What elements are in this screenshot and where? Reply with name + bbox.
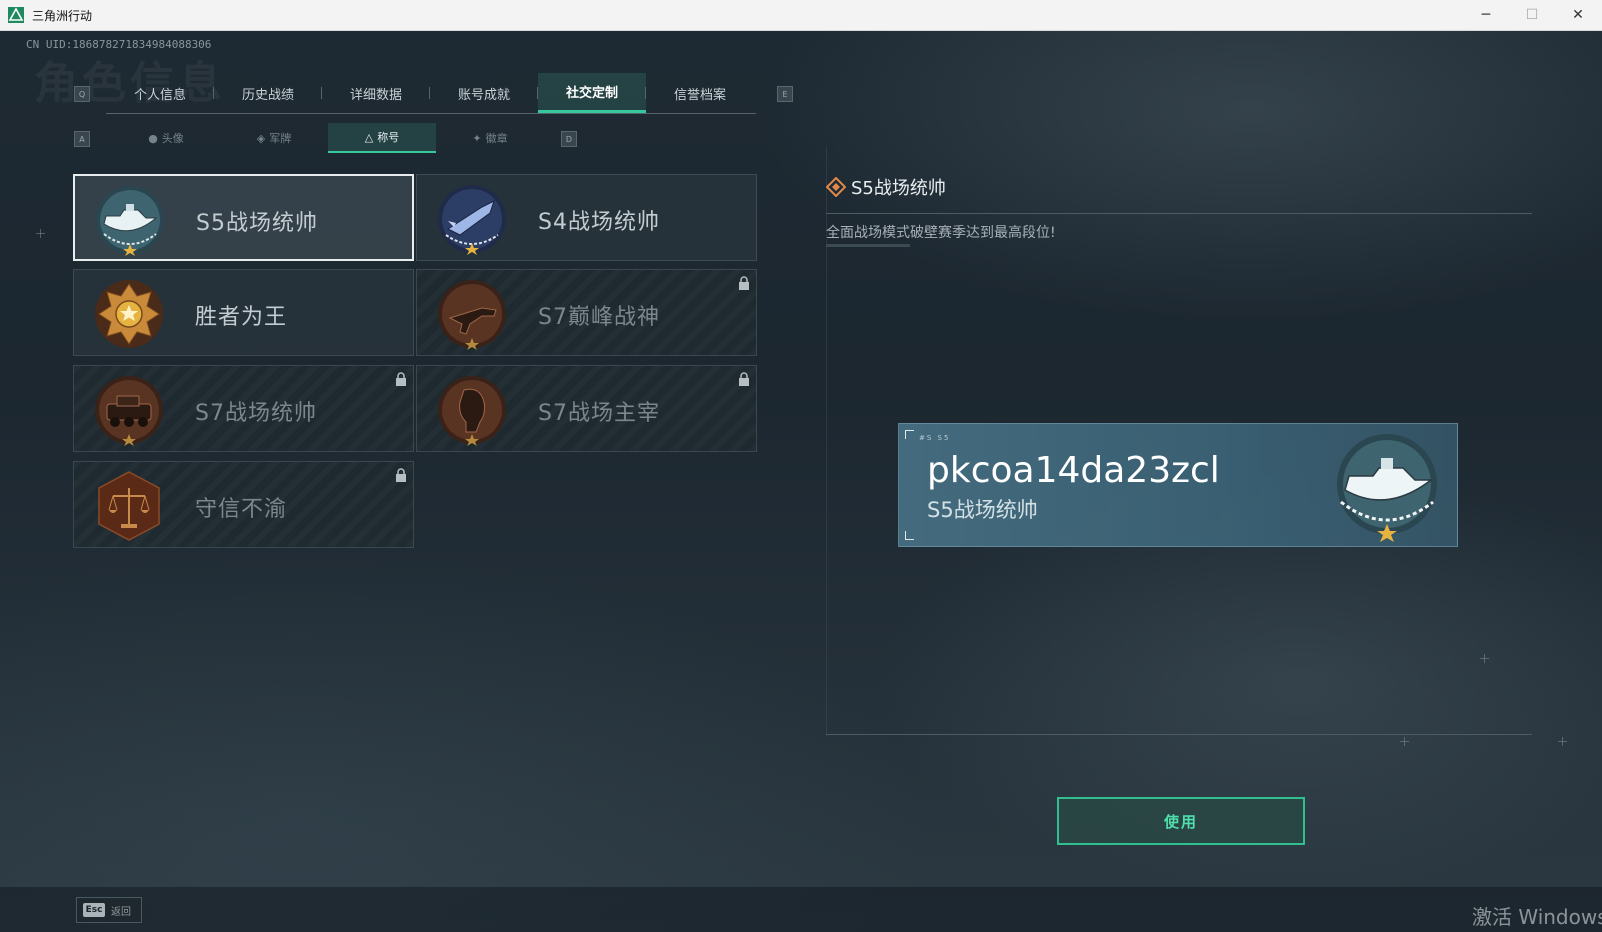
- minimize-button[interactable]: ─: [1464, 0, 1508, 30]
- triangle-icon: △: [364, 130, 374, 144]
- decor-cross: [36, 229, 45, 238]
- tab-personal-info[interactable]: 个人信息: [106, 73, 214, 113]
- decor-cross: [1480, 654, 1489, 663]
- nameplate-player-name: pkcoa14da23zcl: [927, 450, 1220, 491]
- player-uid: CN UID:18687827183498408830​6: [26, 38, 212, 51]
- boat-badge-icon: [96, 186, 164, 256]
- tab-social-custom[interactable]: 社交定制: [538, 73, 646, 113]
- subtab-prev-key-hint[interactable]: A: [74, 131, 90, 147]
- gun-badge-icon: [438, 280, 506, 350]
- scales-badge-icon: [98, 471, 160, 541]
- tab-reputation[interactable]: 信誉档案: [646, 73, 754, 113]
- diamond-title-icon: [826, 177, 846, 197]
- bottom-bar: [0, 887, 1602, 932]
- dogtag-icon: ◈: [256, 131, 266, 145]
- subtab-dogtag[interactable]: ◈ 军牌: [220, 123, 328, 153]
- window-titlebar: 三角洲行动 ─ ☐ ✕: [0, 0, 1602, 31]
- subtab-title[interactable]: △ 称号: [328, 123, 436, 153]
- title-card-s7-peak-god[interactable]: S7巅峰战神: [416, 269, 757, 356]
- detail-title: S5战场统帅: [851, 178, 946, 199]
- nameplate-preview: #S S5 pkcoa14da23zcl S5战场统帅: [898, 423, 1458, 547]
- lock-icon: [396, 372, 406, 386]
- lock-icon: [739, 276, 749, 290]
- subtab-label: 称号: [377, 131, 400, 144]
- maximize-button[interactable]: ☐: [1510, 0, 1554, 30]
- detail-description: 全面战场模式破壁赛季达到最高段位!: [826, 225, 1056, 241]
- title-card-label: S7巅峰战神: [538, 305, 660, 330]
- title-card-label: 胜者为王: [195, 305, 288, 330]
- person-icon: ●: [148, 131, 158, 145]
- lock-icon: [396, 468, 406, 482]
- game-viewport: 角色信息 CN UID:18687827183498408830​6 Q 个人信…: [0, 31, 1602, 932]
- nameplate-corner: [905, 430, 914, 439]
- title-card-winner-king[interactable]: 胜者为王: [73, 269, 414, 356]
- title-card-label: S7战场统帅: [195, 401, 317, 426]
- title-card-s5-commander[interactable]: S5战场统帅: [73, 174, 414, 261]
- title-card-label: 守信不渝: [195, 497, 288, 522]
- tank-badge-icon: [95, 376, 163, 446]
- decor-cross: [1400, 737, 1409, 746]
- back-button[interactable]: Esc 返回: [76, 897, 142, 923]
- sub-tabs: ● 头像 ◈ 军牌 △ 称号 ✦ 徽章: [112, 123, 546, 153]
- detail-divider: [826, 213, 1532, 214]
- subtab-emblem[interactable]: ✦ 徽章: [436, 123, 544, 153]
- window-title: 三角洲行动: [32, 9, 93, 23]
- title-card-s7-dominator[interactable]: S7战场主宰: [416, 365, 757, 452]
- tab-match-history[interactable]: 历史战绩: [214, 73, 322, 113]
- main-tabs: 个人信息 历史战绩 详细数据 账号成就 社交定制 信誉档案: [106, 73, 756, 114]
- nameplate-tag: #S S5: [919, 434, 951, 442]
- subtab-label: 头像: [161, 132, 184, 145]
- title-card-keep-faith[interactable]: 守信不渝: [73, 461, 414, 548]
- detail-bottom-divider: [826, 734, 1532, 735]
- title-card-label: S4战场统帅: [538, 210, 660, 235]
- back-label: 返回: [111, 907, 131, 918]
- detail-accent-bar: [826, 244, 910, 247]
- emblem-icon: ✦: [472, 131, 482, 145]
- boat-badge-icon: [1337, 434, 1437, 542]
- title-card-s7-commander[interactable]: S7战场统帅: [73, 365, 414, 452]
- subtab-label: 军牌: [269, 132, 292, 145]
- tab-next-key-hint[interactable]: E: [777, 86, 793, 102]
- subtab-label: 徽章: [485, 132, 508, 145]
- title-card-label: S7战场主宰: [538, 401, 660, 426]
- close-button[interactable]: ✕: [1556, 0, 1600, 30]
- app-logo-icon: [8, 7, 24, 23]
- esc-key-icon: Esc: [83, 903, 105, 917]
- windows-activation-watermark: 激活 Windows: [1472, 905, 1602, 929]
- use-button[interactable]: 使用: [1057, 797, 1305, 845]
- missile-badge-icon: [438, 185, 506, 255]
- title-card-s4-commander[interactable]: S4战场统帅: [416, 174, 757, 261]
- tab-prev-key-hint[interactable]: Q: [74, 86, 90, 102]
- decor-cross: [1558, 737, 1567, 746]
- medal-badge-icon: [95, 280, 163, 348]
- subtab-next-key-hint[interactable]: D: [561, 131, 577, 147]
- nameplate-corner: [905, 531, 914, 540]
- tab-achievements[interactable]: 账号成就: [430, 73, 538, 113]
- tab-detailed-stats[interactable]: 详细数据: [322, 73, 430, 113]
- subtab-avatar[interactable]: ● 头像: [112, 123, 220, 153]
- title-card-label: S5战场统帅: [196, 211, 318, 236]
- warrior-badge-icon: [438, 376, 506, 446]
- lock-icon: [739, 372, 749, 386]
- nameplate-title: S5战场统帅: [927, 498, 1038, 522]
